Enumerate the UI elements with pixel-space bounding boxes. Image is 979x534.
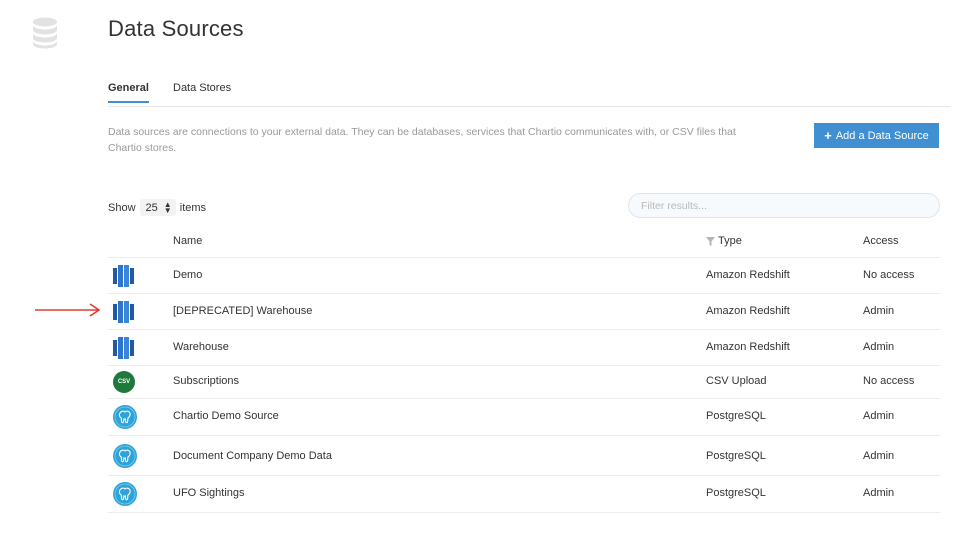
row-type: CSV Upload [706,375,767,387]
row-access: Admin [863,410,895,422]
csv-icon: CSV [113,371,135,393]
page-size-select[interactable]: 25 ▲ ▼ [139,199,176,216]
page-title: Data Sources [108,16,244,41]
postgresql-icon [113,482,137,506]
filter-input[interactable] [628,193,940,218]
data-sources-table: Name Type Access Demo Amazon Redshift No… [108,226,940,513]
amazon-redshift-icon [113,301,134,323]
table-row[interactable]: Demo Amazon Redshift No access [108,258,940,294]
page-description: Data sources are connections to your ext… [108,126,736,154]
row-access: Admin [863,341,895,353]
table-row[interactable]: UFO Sightings PostgreSQL Admin [108,476,940,513]
header-type[interactable]: Type [706,235,742,247]
row-type: Amazon Redshift [706,269,790,281]
table-row[interactable]: Document Company Demo Data PostgreSQL Ad… [108,436,940,476]
amazon-redshift-icon [113,265,134,287]
table-row[interactable]: [DEPRECATED] Warehouse Amazon Redshift A… [108,294,940,330]
row-type: PostgreSQL [706,410,766,422]
row-access: No access [863,375,915,387]
select-updown-icon: ▲ ▼ [163,199,172,215]
header-type-label: Type [718,235,742,247]
filter-icon [706,236,715,246]
postgresql-icon [113,405,137,429]
plus-icon: + [824,128,832,143]
red-arrow-icon [35,303,101,317]
header-name[interactable]: Name [173,235,202,247]
tab-general[interactable]: General [108,82,149,103]
row-name[interactable]: Document Company Demo Data [173,450,332,462]
row-name[interactable]: Demo [173,269,202,281]
row-access: Admin [863,487,895,499]
tab-bar: General Data Stores [108,78,951,107]
row-name[interactable]: Subscriptions [173,375,239,387]
row-name[interactable]: Chartio Demo Source [173,410,279,422]
row-access: No access [863,269,915,281]
database-icon [33,17,57,49]
row-name[interactable]: [DEPRECATED] Warehouse [173,305,312,317]
data-sources-page: Data Sources General Data Stores Data so… [0,0,979,534]
table-header: Name Type Access [108,226,940,258]
page-size-value: 25 [145,201,158,214]
add-data-source-label: Add a Data Source [835,129,929,142]
row-type: PostgreSQL [706,450,766,462]
page-size-control: Show 25 ▲ ▼ items [108,199,206,216]
postgresql-icon [113,444,137,468]
items-label: items [179,201,207,214]
row-access: Admin [863,450,895,462]
row-type: Amazon Redshift [706,341,790,353]
table-row[interactable]: Chartio Demo Source PostgreSQL Admin [108,399,940,436]
header-access[interactable]: Access [863,235,898,247]
table-row[interactable]: Warehouse Amazon Redshift Admin [108,330,940,366]
tab-data-stores[interactable]: Data Stores [173,82,231,103]
show-label: Show [108,201,136,214]
row-type: PostgreSQL [706,487,766,499]
row-name[interactable]: Warehouse [173,341,229,353]
add-data-source-button[interactable]: + Add a Data Source [814,123,939,148]
table-row[interactable]: CSV Subscriptions CSV Upload No access [108,366,940,399]
amazon-redshift-icon [113,337,134,359]
row-name[interactable]: UFO Sightings [173,487,245,499]
row-access: Admin [863,305,895,317]
row-type: Amazon Redshift [706,305,790,317]
